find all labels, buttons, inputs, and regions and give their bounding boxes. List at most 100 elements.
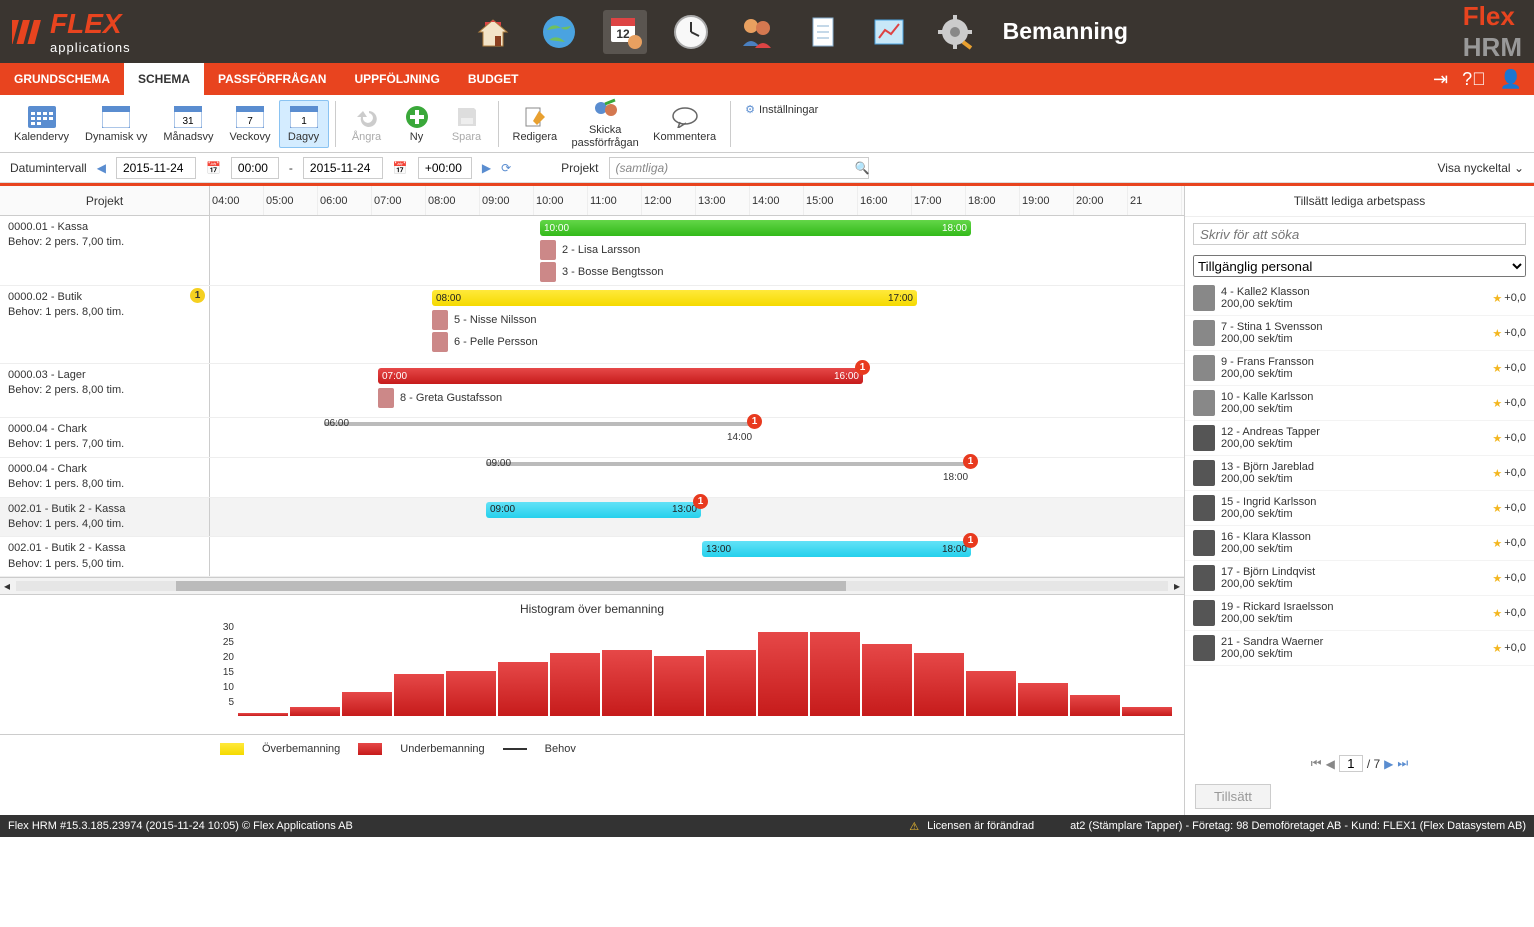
assigned-person[interactable]: 3 - Bosse Bengtsson bbox=[540, 262, 664, 282]
project-filter-input[interactable] bbox=[609, 157, 869, 179]
assign-button[interactable]: Tillsätt bbox=[1195, 784, 1271, 809]
person-info: 16 - Klara Klasson200,00 sek/tim bbox=[1221, 531, 1486, 555]
available-person-row[interactable]: 10 - Kalle Karlsson200,00 sek/tim★+0,0 bbox=[1185, 386, 1534, 421]
tab-budget[interactable]: BUDGET bbox=[454, 63, 533, 95]
globe-icon[interactable] bbox=[537, 10, 581, 54]
tab-uppföljning[interactable]: UPPFÖLJNING bbox=[340, 63, 453, 95]
shift-bar[interactable]: 10:0018:00 bbox=[540, 220, 971, 236]
avatar bbox=[1193, 530, 1215, 556]
help-icon[interactable]: ?⃝ bbox=[1462, 69, 1486, 90]
people-icon[interactable] bbox=[735, 10, 779, 54]
date-to-input[interactable] bbox=[303, 157, 383, 179]
schedule-lane[interactable]: 13:0018:001 bbox=[210, 537, 1184, 576]
assigned-person[interactable]: 8 - Greta Gustafsson bbox=[378, 388, 502, 408]
next-arrow-icon[interactable]: ▶ bbox=[482, 161, 491, 175]
document-icon[interactable] bbox=[801, 10, 845, 54]
y-tick: 10 bbox=[223, 682, 234, 693]
available-person-row[interactable]: 17 - Björn Lindqvist200,00 sek/tim★+0,0 bbox=[1185, 561, 1534, 596]
comment-button[interactable]: Kommentera bbox=[645, 101, 724, 147]
view-kalendervy[interactable]: Kalendervy bbox=[6, 101, 77, 147]
shift-bar[interactable]: 07:0016:00 bbox=[378, 368, 863, 384]
view-dagvy[interactable]: 1Dagvy bbox=[279, 100, 329, 148]
scroll-thumb[interactable] bbox=[176, 581, 846, 591]
tab-passförfrågan[interactable]: PASSFÖRFRÅGAN bbox=[204, 63, 340, 95]
available-person-row[interactable]: 21 - Sandra Waerner200,00 sek/tim★+0,0 bbox=[1185, 631, 1534, 666]
gear-icon[interactable] bbox=[933, 10, 977, 54]
clock-icon[interactable] bbox=[669, 10, 713, 54]
scroll-left-icon[interactable]: ◂ bbox=[4, 579, 10, 593]
assigned-person[interactable]: 6 - Pelle Persson bbox=[432, 332, 538, 352]
star-icon: ★ bbox=[1492, 327, 1502, 340]
shift-bar[interactable]: 09:0013:00 bbox=[486, 502, 701, 518]
available-person-row[interactable]: 15 - Ingrid Karlsson200,00 sek/tim★+0,0 bbox=[1185, 491, 1534, 526]
gear-small-icon: ⚙ bbox=[745, 103, 755, 116]
show-kpi-link[interactable]: Visa nyckeltal ⌄ bbox=[1437, 161, 1524, 175]
availability-select[interactable]: Tillgänglig personal bbox=[1193, 255, 1526, 277]
svg-text:12: 12 bbox=[616, 27, 630, 41]
logout-icon[interactable]: ⇥ bbox=[1433, 69, 1448, 90]
shift-end: 18:00 bbox=[942, 544, 967, 555]
time-from-input[interactable] bbox=[231, 157, 279, 179]
side-search-input[interactable] bbox=[1193, 223, 1526, 245]
calendar-people-icon[interactable]: 12 bbox=[603, 10, 647, 54]
pager-prev-icon[interactable]: ◀ bbox=[1326, 757, 1335, 771]
search-icon[interactable]: 🔍 bbox=[855, 161, 870, 175]
chart-icon[interactable] bbox=[867, 10, 911, 54]
histogram-bar bbox=[498, 662, 548, 716]
schedule-lane[interactable]: 08:0017:00 5 - Nisse Nilsson6 - Pelle Per… bbox=[210, 286, 1184, 363]
shift-bar[interactable]: 13:0018:00 bbox=[702, 541, 971, 557]
shift-bar[interactable]: 08:0017:00 bbox=[432, 290, 917, 306]
tab-schema[interactable]: SCHEMA bbox=[124, 63, 204, 95]
date-from-input[interactable] bbox=[116, 157, 196, 179]
shift-bar[interactable] bbox=[324, 422, 755, 426]
save-button[interactable]: Spara bbox=[442, 101, 492, 147]
schedule-lane[interactable]: 06:0014:001 bbox=[210, 418, 1184, 457]
user-icon[interactable]: 👤 bbox=[1500, 69, 1522, 90]
assigned-person[interactable]: 5 - Nisse Nilsson bbox=[432, 310, 537, 330]
project-cell: 002.01 - Butik 2 - KassaBehov: 1 pers. 5… bbox=[0, 537, 210, 576]
available-person-row[interactable]: 7 - Stina 1 Svensson200,00 sek/tim★+0,0 bbox=[1185, 316, 1534, 351]
available-person-row[interactable]: 19 - Rickard Israelsson200,00 sek/tim★+0… bbox=[1185, 596, 1534, 631]
available-person-row[interactable]: 9 - Frans Fransson200,00 sek/tim★+0,0 bbox=[1185, 351, 1534, 386]
edit-button[interactable]: Redigera bbox=[505, 101, 566, 147]
available-person-row[interactable]: 12 - Andreas Tapper200,00 sek/tim★+0,0 bbox=[1185, 421, 1534, 456]
new-button[interactable]: Ny bbox=[392, 101, 442, 147]
status-bar: Flex HRM #15.3.185.23974 (2015-11-24 10:… bbox=[0, 815, 1534, 837]
project-need: Behov: 1 pers. 8,00 tim. bbox=[8, 477, 201, 492]
prev-arrow-icon[interactable]: ◀ bbox=[97, 161, 106, 175]
view-manadsvy[interactable]: 31Månadsvy bbox=[155, 101, 221, 147]
histogram-bar bbox=[394, 674, 444, 716]
undo-icon bbox=[353, 105, 381, 129]
tool-label: Spara bbox=[452, 131, 481, 143]
send-request-button[interactable]: Skicka passförfrågan bbox=[565, 94, 645, 152]
time-to-input[interactable] bbox=[418, 157, 472, 179]
tab-grundschema[interactable]: GRUNDSCHEMA bbox=[0, 63, 124, 95]
calendar-picker-icon[interactable]: 📅 bbox=[206, 161, 221, 175]
view-dynamisk[interactable]: Dynamisk vy bbox=[77, 101, 155, 147]
person-rate: 200,00 sek/tim bbox=[1221, 508, 1486, 520]
schedule-lane[interactable]: 10:0018:00 2 - Lisa Larsson3 - Bosse Beng… bbox=[210, 216, 1184, 285]
shift-bar[interactable] bbox=[486, 462, 971, 466]
settings-link[interactable]: ⚙Inställningar bbox=[737, 99, 826, 120]
available-person-row[interactable]: 16 - Klara Klasson200,00 sek/tim★+0,0 bbox=[1185, 526, 1534, 561]
pager-last-icon[interactable]: ⏭ bbox=[1397, 756, 1408, 771]
horizontal-scrollbar[interactable]: ◂ ▸ bbox=[0, 578, 1184, 594]
refresh-icon[interactable]: ⟳ bbox=[501, 161, 511, 175]
available-person-row[interactable]: 13 - Björn Jareblad200,00 sek/tim★+0,0 bbox=[1185, 456, 1534, 491]
schedule-lane[interactable]: 09:0013:001 bbox=[210, 498, 1184, 537]
scroll-right-icon[interactable]: ▸ bbox=[1174, 579, 1180, 593]
scroll-track[interactable] bbox=[16, 581, 1168, 591]
undo-button[interactable]: Ångra bbox=[342, 101, 392, 147]
schedule-lane[interactable]: 09:0018:001 bbox=[210, 458, 1184, 497]
assigned-person[interactable]: 2 - Lisa Larsson bbox=[540, 240, 640, 260]
pager-first-icon[interactable]: ⏮ bbox=[1311, 756, 1322, 771]
project-cell: 0000.04 - CharkBehov: 1 pers. 7,00 tim. bbox=[0, 418, 210, 457]
available-person-row[interactable]: 4 - Kalle2 Klasson200,00 sek/tim★+0,0 bbox=[1185, 281, 1534, 316]
view-veckovy[interactable]: 7Veckovy bbox=[222, 101, 279, 147]
home-icon[interactable] bbox=[471, 10, 515, 54]
time-axis-header: 04:0005:0006:0007:0008:0009:0010:0011:00… bbox=[210, 186, 1184, 215]
pager-page-input[interactable] bbox=[1339, 755, 1363, 772]
pager-next-icon[interactable]: ▶ bbox=[1384, 757, 1393, 771]
schedule-lane[interactable]: 07:0016:0018 - Greta Gustafsson bbox=[210, 364, 1184, 417]
calendar-picker-icon[interactable]: 📅 bbox=[393, 161, 408, 175]
